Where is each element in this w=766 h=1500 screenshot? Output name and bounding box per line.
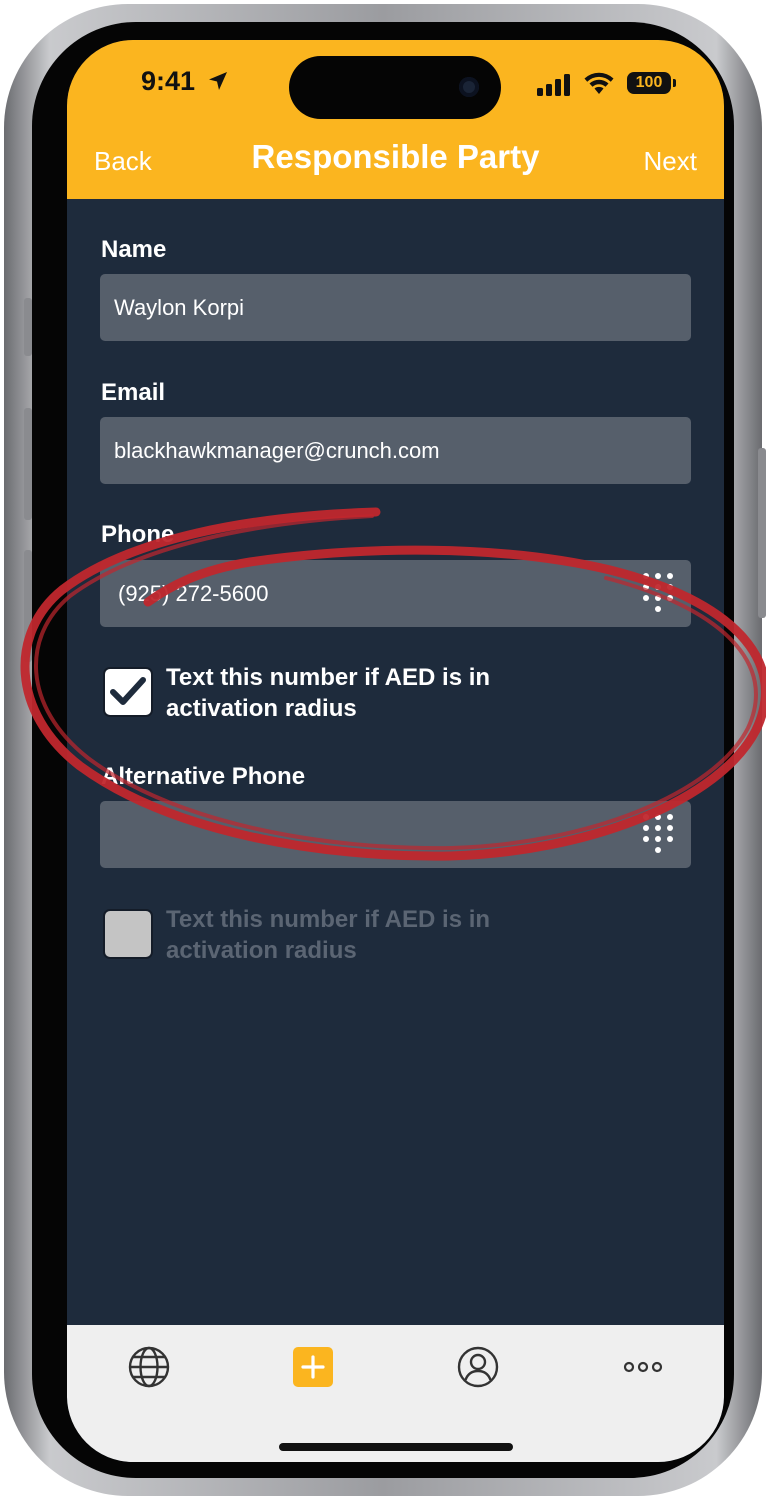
email-value: blackhawkmanager@crunch.com	[114, 438, 440, 463]
status-time: 9:41	[141, 66, 196, 96]
name-field[interactable]: Waylon Korpi	[100, 274, 691, 341]
volume-down-button	[24, 550, 32, 662]
status-icons: 100	[537, 72, 697, 100]
profile-icon[interactable]	[456, 1345, 500, 1389]
phone-label: Phone	[101, 521, 175, 548]
email-field[interactable]: blackhawkmanager@crunch.com	[100, 417, 691, 484]
tab-bar	[67, 1325, 724, 1462]
header-bar: 9:41 100 Back Responsible Party Next	[67, 40, 724, 199]
keypad-icon[interactable]	[643, 814, 673, 856]
location-arrow-icon	[209, 72, 227, 90]
phone-text-checkbox[interactable]	[103, 667, 153, 717]
email-label: Email	[101, 379, 166, 406]
name-value: Waylon Korpi	[114, 295, 245, 320]
app-screen: 9:41 100 Back Responsible Party Next Nam…	[67, 40, 724, 1462]
signal-icon	[537, 74, 570, 96]
camera-lens	[459, 77, 479, 97]
more-icon[interactable]	[621, 1345, 665, 1389]
alt-text-label: Text this number if AED is in activation…	[166, 906, 491, 964]
alt-phone-field[interactable]	[100, 801, 691, 868]
dynamic-island	[289, 56, 501, 119]
volume-up-button	[24, 408, 32, 520]
wifi-icon	[584, 72, 614, 94]
power-button	[758, 448, 766, 618]
action-button	[24, 298, 32, 356]
plus-icon[interactable]	[291, 1345, 335, 1389]
checkmark-icon	[110, 677, 146, 705]
battery-tip	[673, 79, 676, 87]
battery-indicator: 100	[627, 72, 671, 94]
alt-text-checkbox[interactable]	[103, 909, 153, 959]
next-button[interactable]: Next	[644, 146, 697, 177]
globe-icon[interactable]	[127, 1345, 171, 1389]
keypad-icon[interactable]	[643, 573, 673, 615]
phone-value: (925) 272-5600	[118, 581, 269, 606]
name-label: Name	[101, 236, 167, 263]
alt-phone-label: Alternative Phone	[101, 763, 306, 790]
page-title: Responsible Party	[251, 138, 540, 175]
phone-text-label: Text this number if AED is in activation…	[166, 664, 491, 722]
home-indicator	[279, 1443, 513, 1451]
phone-field[interactable]: (925) 272-5600	[100, 560, 691, 627]
